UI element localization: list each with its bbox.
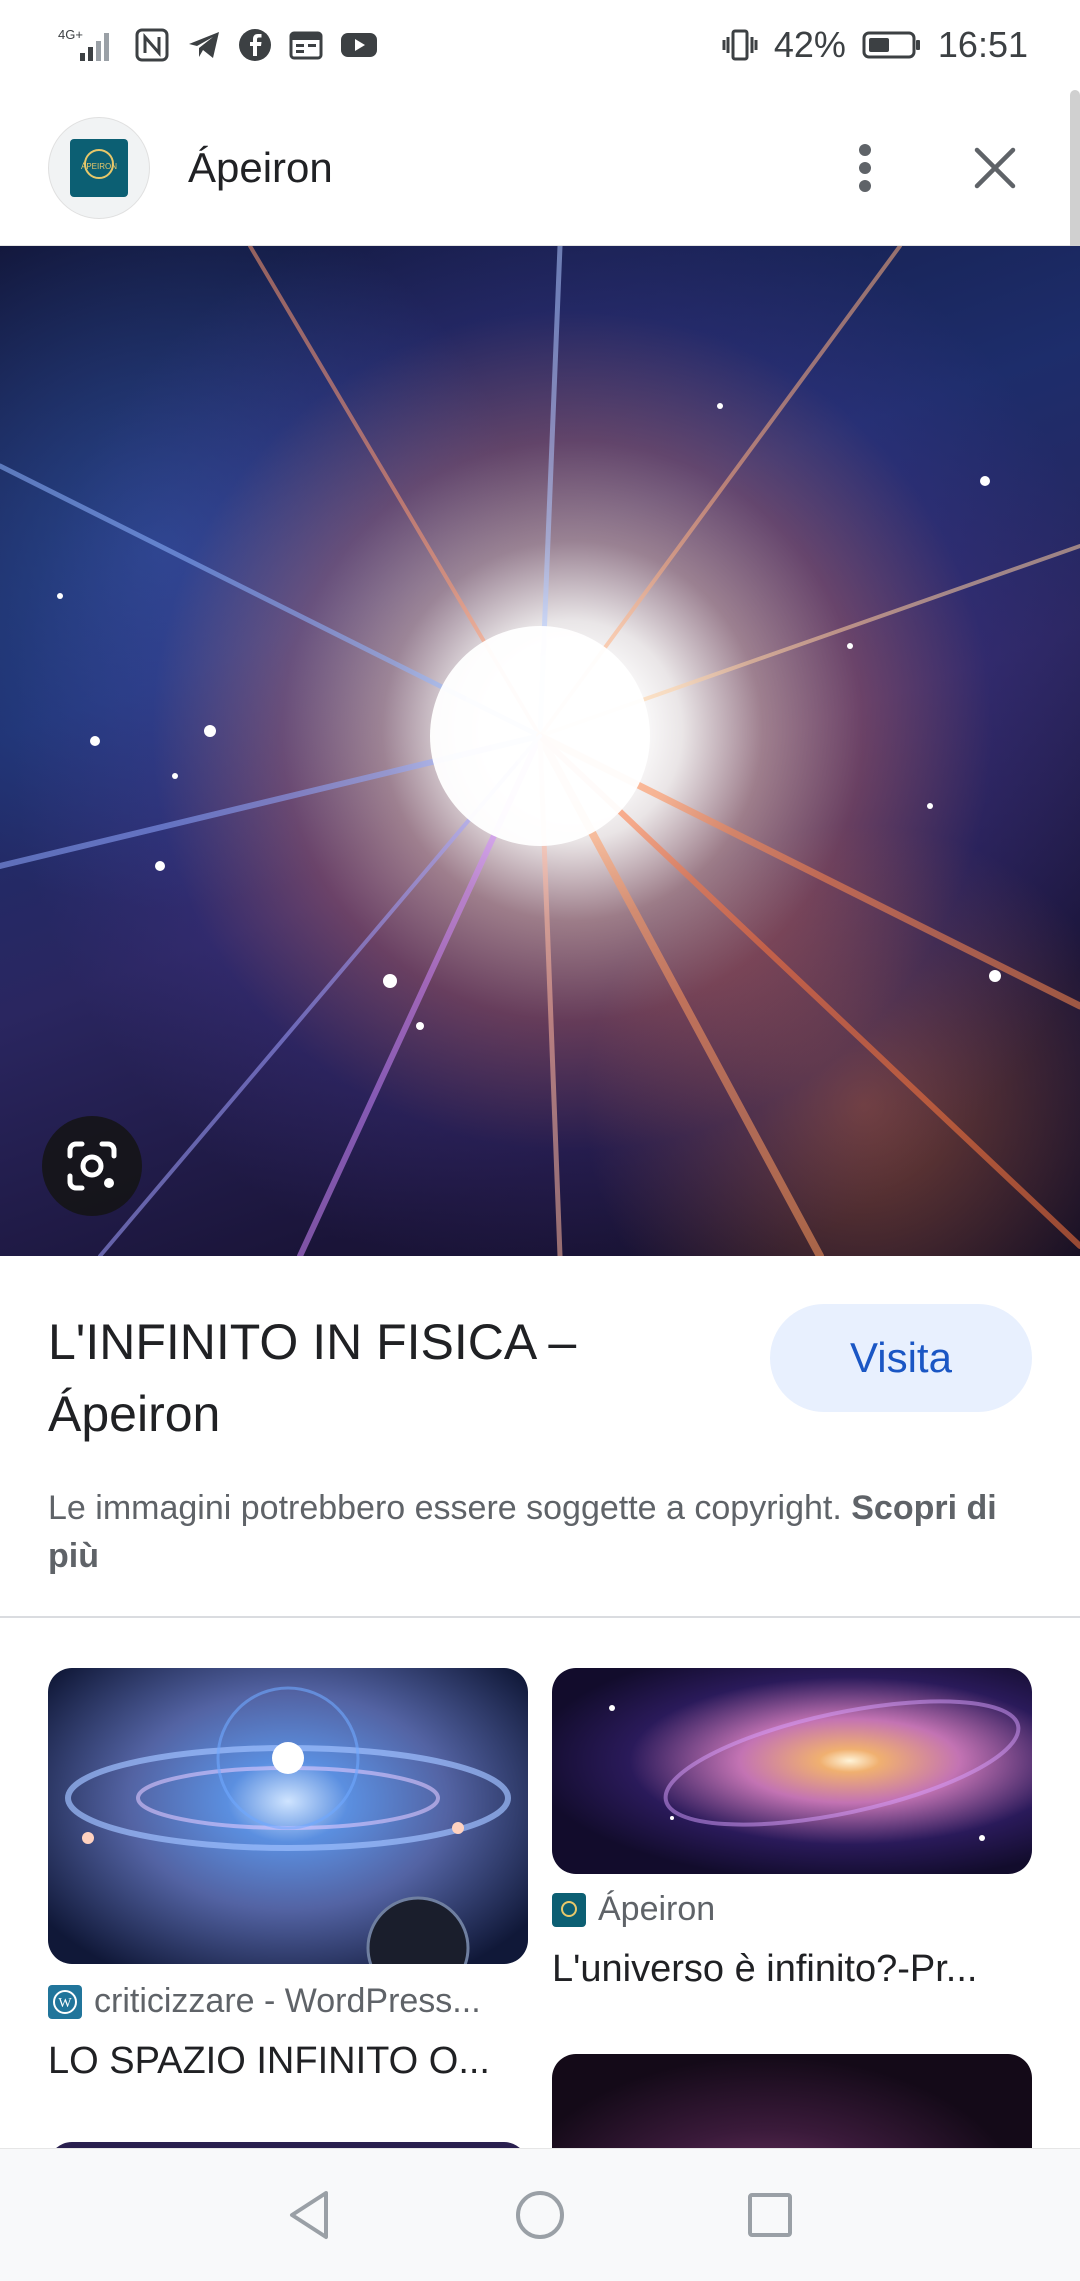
nfc-icon xyxy=(134,27,170,63)
result-title[interactable]: L'INFINITO IN FISICA – Ápeiron xyxy=(48,1306,728,1450)
visit-button[interactable]: Visita xyxy=(770,1304,1032,1412)
apeiron-icon xyxy=(552,1892,586,1927)
page-title: Ápeiron xyxy=(188,143,333,191)
recents-button[interactable] xyxy=(655,2149,885,2281)
battery-icon xyxy=(862,30,922,60)
related-source-1-label: criticizzare - WordPress... xyxy=(94,1982,481,2020)
telegram-icon xyxy=(186,27,222,63)
more-vert-icon xyxy=(859,143,871,192)
spiral-galaxy-image xyxy=(609,1699,1021,1841)
copyright-text: Le immagini potrebbero essere soggette a… xyxy=(48,1489,842,1527)
related-source-1[interactable]: W criticizzare - WordPress... xyxy=(48,1982,481,2021)
related-source-2-label: Ápeiron xyxy=(598,1890,716,1928)
signal-icon: 4G+ xyxy=(58,25,118,65)
vibrate-icon xyxy=(722,27,758,63)
status-right: 42% 16:51 xyxy=(722,24,1028,66)
apeiron-logo-icon: ÁPEIRON xyxy=(70,138,128,197)
facebook-icon xyxy=(238,28,272,62)
status-left: 4G+ xyxy=(58,25,378,65)
back-button[interactable] xyxy=(195,2149,425,2281)
youtube-icon xyxy=(340,30,378,60)
wordpress-icon: W xyxy=(48,1984,82,2019)
google-lens-button[interactable] xyxy=(42,1116,142,1216)
status-bar: 4G+ 42% 16:51 xyxy=(0,0,1080,90)
home-circle-icon xyxy=(516,2191,564,2239)
clock: 16:51 xyxy=(937,24,1028,65)
site-favicon[interactable]: ÁPEIRON xyxy=(48,116,150,219)
back-triangle-icon xyxy=(290,2191,328,2239)
more-options-button[interactable] xyxy=(820,123,910,213)
home-button[interactable] xyxy=(425,2149,655,2281)
related-source-2[interactable]: Ápeiron xyxy=(552,1890,715,1929)
svg-text:W: W xyxy=(58,1996,72,2011)
related-title-1[interactable]: LO SPAZIO INFINITO O... xyxy=(48,2040,518,2083)
calendar-news-icon xyxy=(288,28,324,62)
copyright-notice: Le immagini potrebbero essere soggette a… xyxy=(48,1484,1032,1580)
lens-icon xyxy=(67,1141,117,1191)
favicon-text: ÁPEIRON xyxy=(81,162,117,171)
related-image-3[interactable] xyxy=(552,2054,1032,2148)
result-info: L'INFINITO IN FISICA – Ápeiron Visita Le… xyxy=(0,1256,1080,1616)
close-icon xyxy=(974,147,1016,188)
battery-percent: 42% xyxy=(773,24,846,65)
starburst-image xyxy=(0,246,1080,1256)
related-title-2[interactable]: L'universo è infinito?-Pr... xyxy=(552,1948,1022,1991)
network-label: 4G+ xyxy=(58,27,83,42)
related-images-grid: W criticizzare - WordPress... LO SPAZIO … xyxy=(0,1618,1080,2148)
preview-image[interactable] xyxy=(0,246,1080,1256)
galaxy-image xyxy=(65,1686,511,1964)
site-header: ÁPEIRON Ápeiron xyxy=(0,90,1080,246)
system-nav-bar xyxy=(0,2148,1080,2281)
related-image-1[interactable] xyxy=(48,1668,528,1964)
recents-square-icon xyxy=(748,2193,792,2237)
related-image-2[interactable] xyxy=(552,1668,1032,1874)
close-button[interactable] xyxy=(950,123,1040,213)
